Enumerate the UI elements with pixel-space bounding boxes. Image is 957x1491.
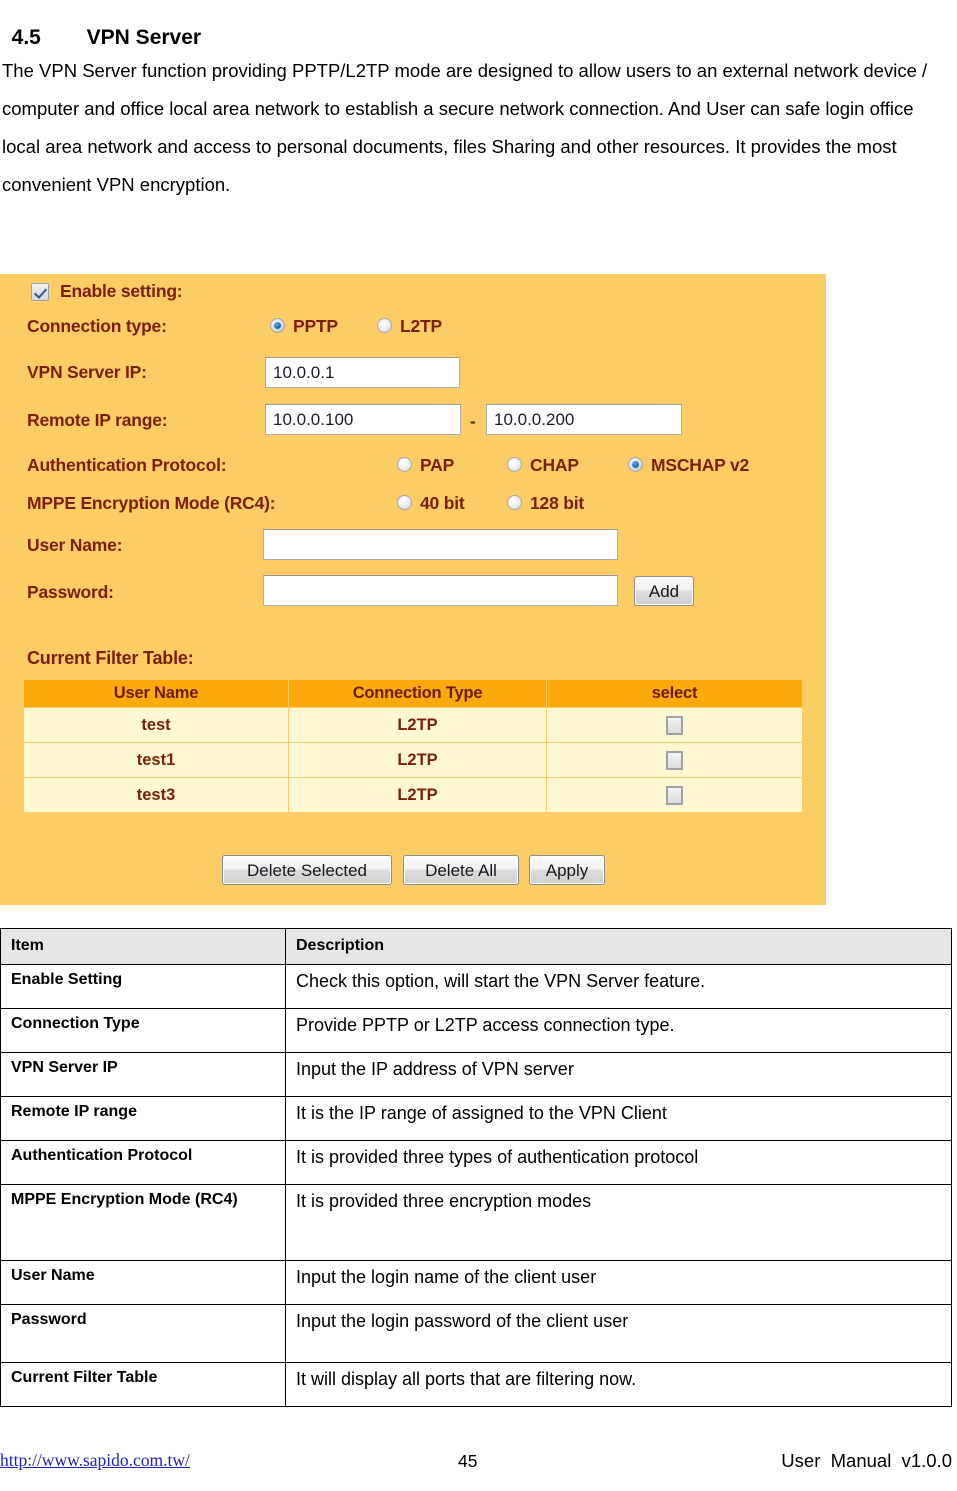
add-button[interactable]: Add — [634, 576, 694, 606]
table-row: test3 L2TP — [23, 777, 803, 813]
row-select-checkbox[interactable] — [666, 785, 683, 805]
remote-ip-range-label: Remote IP range: — [27, 410, 168, 430]
table-row: Connection Type Provide PPTP or L2TP acc… — [0, 1008, 952, 1053]
filter-cell-user-name: test3 — [23, 777, 289, 813]
table-row: Current Filter Table It will display all… — [0, 1362, 952, 1407]
section-title: VPN Server — [86, 26, 202, 49]
description-text: Input the login password of the client u… — [285, 1304, 952, 1363]
page-footer: http://www.sapido.com.tw/ 45 User Manual… — [0, 1450, 952, 1480]
vpn-server-ip-label: VPN Server IP: — [27, 362, 147, 382]
connection-type-label: Connection type: — [27, 316, 167, 336]
table-row: Remote IP range It is the IP range of as… — [0, 1096, 952, 1141]
radio-auth-pap[interactable] — [397, 457, 412, 472]
filter-cell-connection-type: L2TP — [288, 742, 547, 778]
remote-ip-range-start-input[interactable] — [265, 404, 461, 435]
description-col-description: Description — [285, 928, 952, 965]
filter-col-connection-type: Connection Type — [288, 679, 547, 708]
vpn-server-ip-input[interactable] — [265, 357, 460, 388]
description-text: It is the IP range of assigned to the VP… — [285, 1096, 952, 1141]
remote-ip-range-end-input[interactable] — [486, 404, 682, 435]
description-item: Authentication Protocol — [0, 1140, 286, 1185]
description-table: Item Description Enable Setting Check th… — [0, 928, 952, 1407]
radio-mppe-40bit[interactable] — [397, 495, 412, 510]
description-item: VPN Server IP — [0, 1052, 286, 1097]
description-item: MPPE Encryption Mode (RC4) — [0, 1184, 286, 1261]
description-text: It is provided three encryption modes — [285, 1184, 952, 1261]
password-label: Password: — [27, 582, 114, 602]
row-select-checkbox[interactable] — [666, 715, 683, 735]
description-text: Input the login name of the client user — [285, 1260, 952, 1305]
row-select-checkbox[interactable] — [666, 750, 683, 770]
footer-url-link[interactable]: http://www.sapido.com.tw/ — [0, 1450, 190, 1471]
radio-mppe-128bit[interactable] — [507, 495, 522, 510]
apply-button[interactable]: Apply — [529, 855, 605, 885]
table-row: Enable Setting Check this option, will s… — [0, 964, 952, 1009]
radio-auth-mschapv2-label: MSCHAP v2 — [651, 455, 750, 475]
description-item: Enable Setting — [0, 964, 286, 1009]
radio-mppe-128bit-label: 128 bit — [530, 493, 585, 513]
enable-setting-checkbox[interactable] — [31, 283, 49, 301]
user-name-input[interactable] — [263, 529, 618, 560]
table-row: Authentication Protocol It is provided t… — [0, 1140, 952, 1185]
password-input[interactable] — [263, 575, 618, 606]
radio-auth-pap-label: PAP — [420, 455, 455, 475]
intro-text: The VPN Server function providing PPTP/L… — [2, 60, 928, 195]
radio-auth-chap[interactable] — [507, 457, 522, 472]
filter-cell-connection-type: L2TP — [288, 777, 547, 813]
table-row: User Name Input the login name of the cl… — [0, 1260, 952, 1305]
description-text: It will display all ports that are filte… — [285, 1362, 952, 1407]
filter-col-user-name: User Name — [23, 679, 289, 708]
filter-cell-user-name: test1 — [23, 742, 289, 778]
description-text: It is provided three types of authentica… — [285, 1140, 952, 1185]
intro-paragraph: The VPN Server function providing PPTP/L… — [2, 52, 954, 204]
radio-auth-chap-label: CHAP — [530, 455, 579, 475]
mppe-encryption-mode-label: MPPE Encryption Mode (RC4): — [27, 493, 276, 513]
radio-auth-mschapv2[interactable] — [628, 457, 643, 472]
footer-page-number: 45 — [458, 1451, 478, 1471]
filter-cell-select — [546, 707, 803, 743]
description-col-item: Item — [0, 928, 286, 965]
description-item: User Name — [0, 1260, 286, 1305]
description-item: Current Filter Table — [0, 1362, 286, 1407]
filter-cell-user-name: test — [23, 707, 289, 743]
radio-connection-l2tp[interactable] — [377, 318, 392, 333]
description-text: Provide PPTP or L2TP access connection t… — [285, 1008, 952, 1053]
user-name-label: User Name: — [27, 535, 123, 555]
remote-ip-range-separator: - — [470, 412, 476, 431]
description-item: Password — [0, 1304, 286, 1363]
authentication-protocol-label: Authentication Protocol: — [27, 455, 227, 475]
table-row: test L2TP — [23, 707, 803, 743]
enable-setting-label: Enable setting: — [60, 281, 183, 301]
table-row: MPPE Encryption Mode (RC4) It is provide… — [0, 1184, 952, 1261]
filter-cell-select — [546, 777, 803, 813]
description-item: Remote IP range — [0, 1096, 286, 1141]
filter-table-header-row: User Name Connection Type select — [23, 679, 803, 708]
footer-manual-version: User Manual v1.0.0 — [781, 1450, 952, 1471]
radio-connection-pptp[interactable] — [270, 318, 285, 333]
section-number: 4.5 — [11, 26, 41, 49]
description-header-row: Item Description — [0, 928, 952, 965]
table-row: Password Input the login password of the… — [0, 1304, 952, 1363]
filter-cell-connection-type: L2TP — [288, 707, 547, 743]
description-item: Connection Type — [0, 1008, 286, 1053]
description-text: Check this option, will start the VPN Se… — [285, 964, 952, 1009]
radio-connection-l2tp-label: L2TP — [400, 316, 442, 336]
current-filter-table-caption: Current Filter Table: — [27, 648, 194, 668]
radio-mppe-40bit-label: 40 bit — [420, 493, 465, 513]
delete-selected-button[interactable]: Delete Selected — [222, 855, 392, 885]
table-row: VPN Server IP Input the IP address of VP… — [0, 1052, 952, 1097]
table-row: test1 L2TP — [23, 742, 803, 778]
filter-col-select: select — [546, 679, 803, 708]
filter-cell-select — [546, 742, 803, 778]
radio-connection-pptp-label: PPTP — [293, 316, 338, 336]
current-filter-table: User Name Connection Type select test L2… — [23, 679, 803, 813]
page-title: 4.5 VPN Server — [0, 2, 201, 50]
description-text: Input the IP address of VPN server — [285, 1052, 952, 1097]
delete-all-button[interactable]: Delete All — [403, 855, 519, 885]
